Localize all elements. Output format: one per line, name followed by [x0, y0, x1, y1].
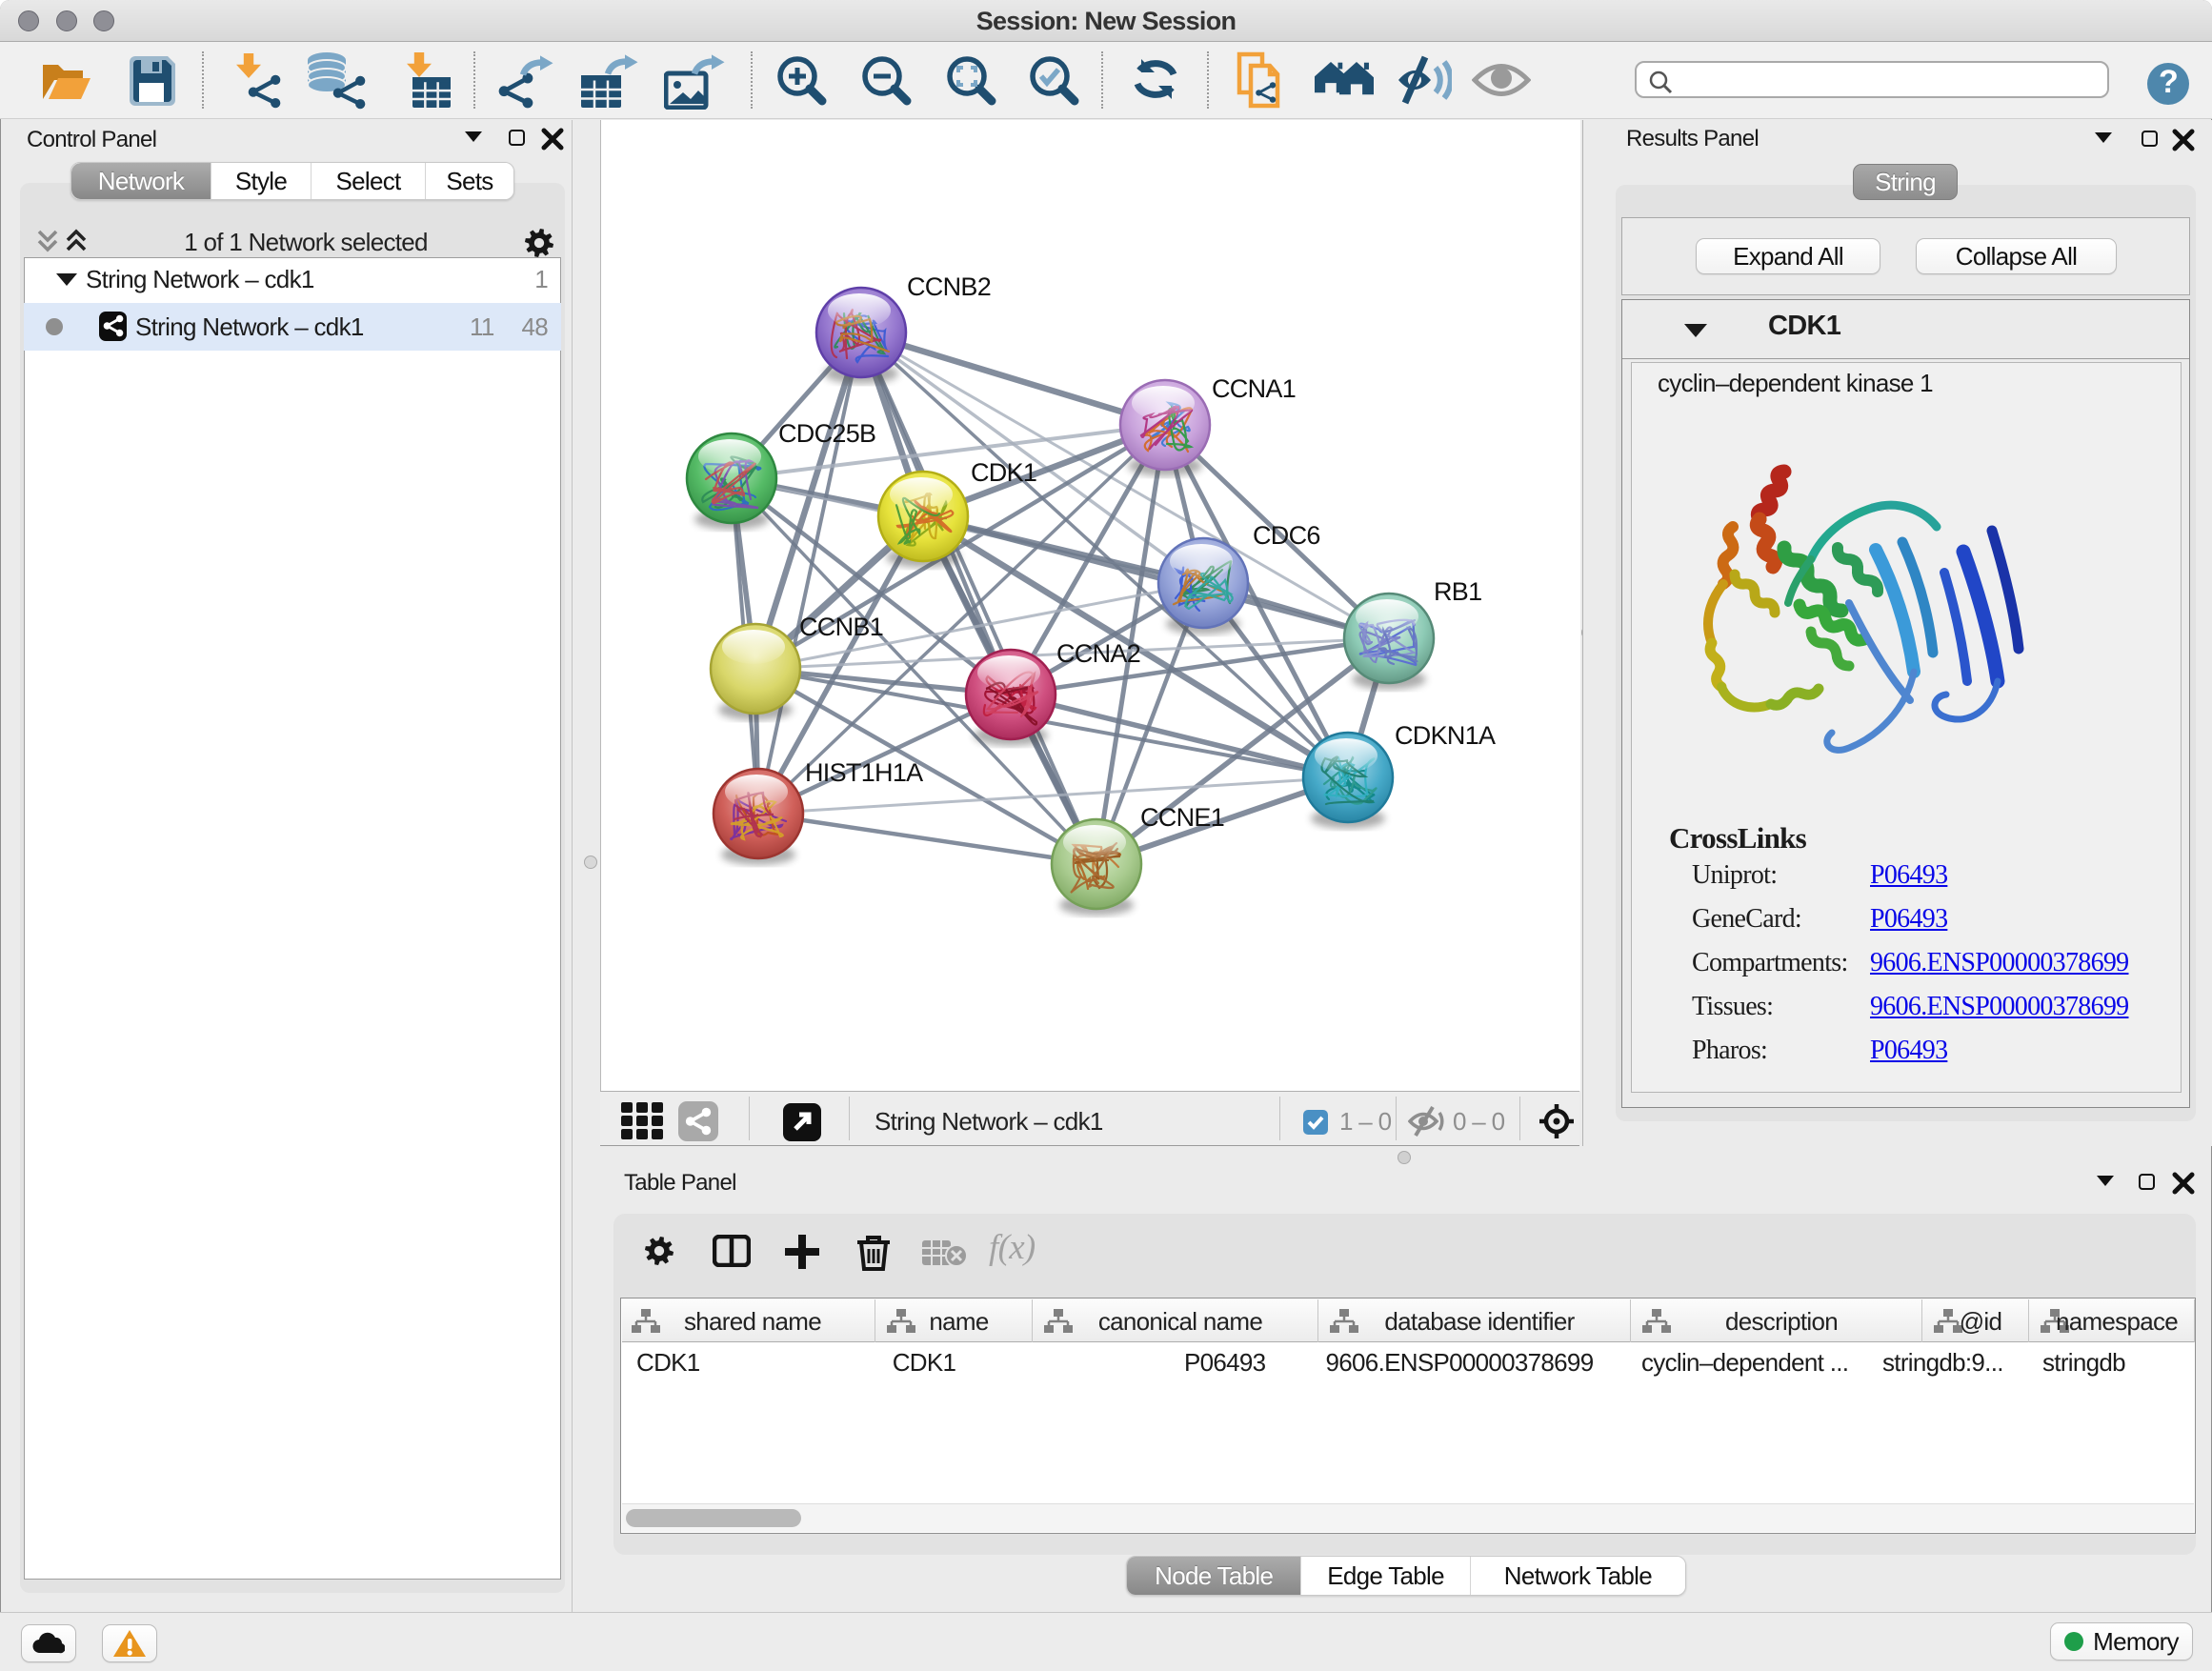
- svg-text:CCNB2: CCNB2: [907, 272, 991, 301]
- svg-text:CCNE1: CCNE1: [1140, 803, 1224, 832]
- svg-text:CDKN1A: CDKN1A: [1395, 721, 1496, 750]
- svg-text:CDC6: CDC6: [1253, 521, 1320, 550]
- svg-text:CCNA1: CCNA1: [1212, 374, 1296, 403]
- svg-text:CCNA2: CCNA2: [1056, 639, 1140, 668]
- svg-text:?: ?: [2159, 64, 2178, 100]
- svg-text:CCNB1: CCNB1: [799, 613, 883, 641]
- svg-text:CDC25B: CDC25B: [778, 419, 875, 448]
- svg-text:CDK1: CDK1: [971, 458, 1036, 487]
- svg-text:HIST1H1A: HIST1H1A: [805, 758, 923, 787]
- svg-text:RB1: RB1: [1434, 577, 1481, 606]
